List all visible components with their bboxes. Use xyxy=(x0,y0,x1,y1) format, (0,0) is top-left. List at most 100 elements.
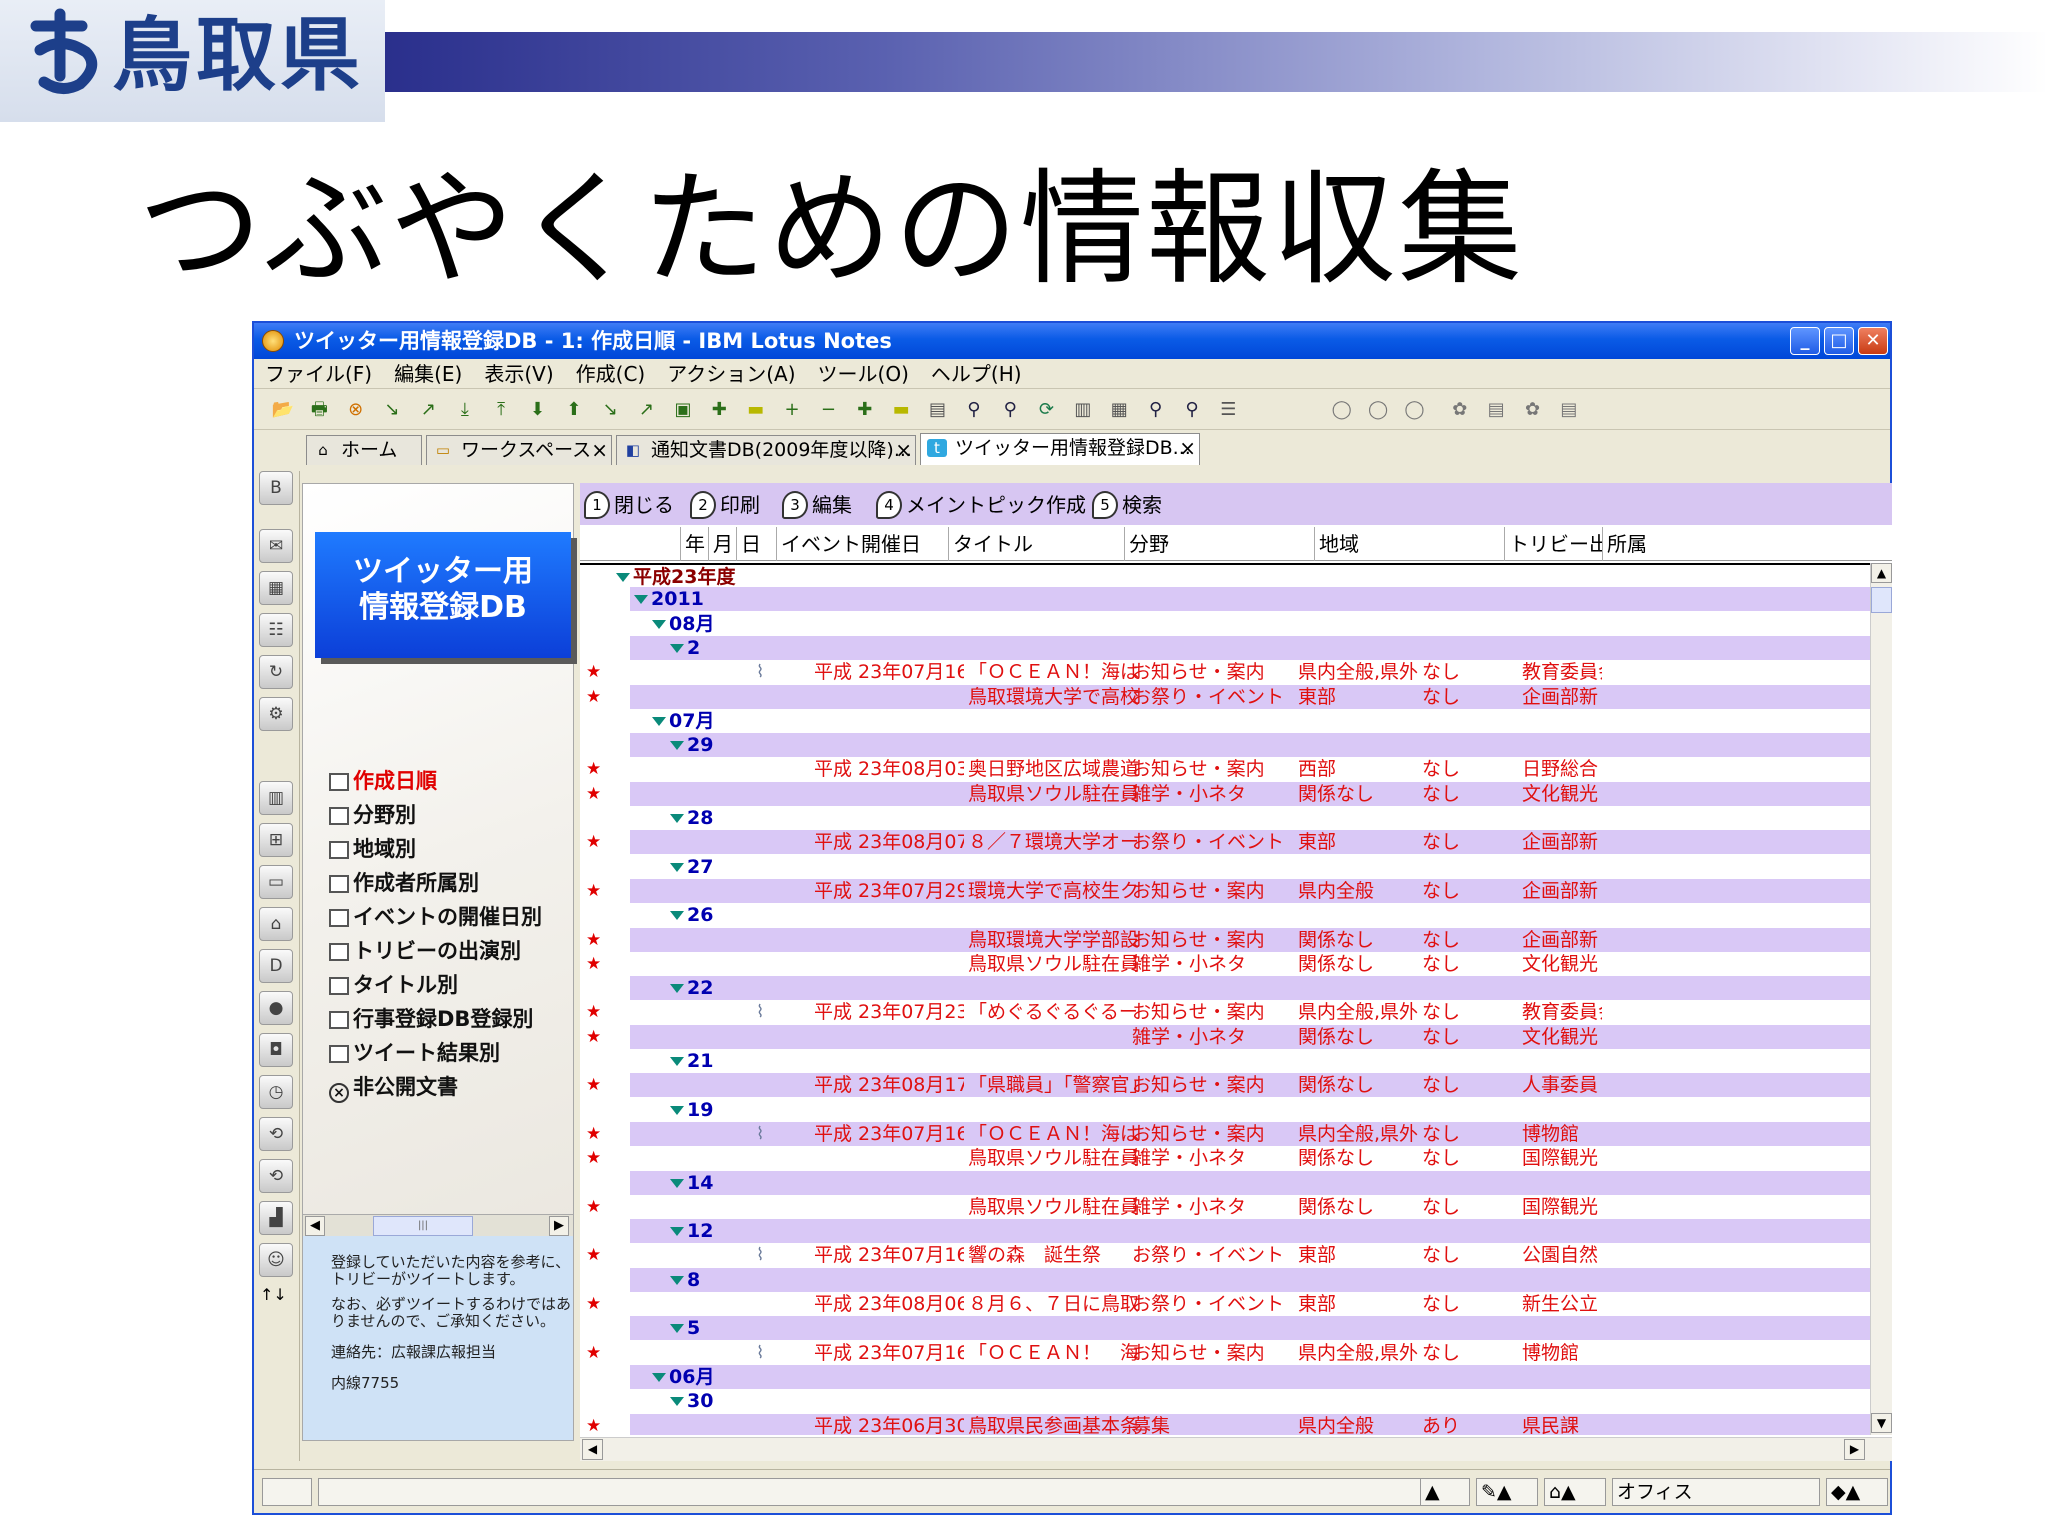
twistie-icon[interactable] xyxy=(670,911,684,921)
save2-icon[interactable]: ▤ xyxy=(1557,398,1581,422)
action-create-topic-button[interactable]: 4 メイントピック作成 xyxy=(874,489,1086,521)
expand-icon[interactable]: ↘ xyxy=(380,398,404,422)
view-link[interactable]: タイトル別 xyxy=(329,968,542,1002)
document-row[interactable]: ★ 平成 23年08月07日８／７環境大学オープお祭り・イベント東部 なし 企画部新 xyxy=(580,830,1870,855)
twistie-icon[interactable] xyxy=(670,1105,684,1115)
view-link[interactable]: 作成者所属別 xyxy=(329,866,542,900)
document-row[interactable]: ★ ⌇ 平成 23年07月16日「ＯＣＥＡＮ！ 海のお知らせ・案内 県内全般,県外なし… xyxy=(580,1340,1870,1365)
twistie-icon[interactable] xyxy=(634,595,648,605)
prev-unread-icon[interactable]: ↗ xyxy=(635,398,659,422)
category-row[interactable]: 12 xyxy=(580,1219,1870,1244)
menu-item[interactable]: 編集(E) xyxy=(383,359,473,389)
scroll-thumb[interactable]: ||| xyxy=(373,1216,473,1236)
building-icon[interactable]: ⌂ xyxy=(259,907,293,941)
expand-section-icon[interactable]: ✚ xyxy=(853,398,877,422)
print-icon[interactable]: 🖶 xyxy=(307,398,331,422)
tab-workspace[interactable]: ▭ ワークスペース × xyxy=(426,435,612,465)
status-security-icon[interactable]: ⌂▲ xyxy=(1544,1478,1606,1506)
document-row[interactable]: ★ ⌇ 平成 23年07月16日「ＯＣＥＡＮ！海はそお知らせ・案内 県内全般,県外なし… xyxy=(580,1121,1870,1146)
document-row[interactable]: ★ 鳥取県ソウル駐在員の雑学・小ネタ 関係なし なし 国際観光 xyxy=(580,1146,1870,1171)
document-row[interactable]: ★ 平成 23年08月03日奥日野地区広域農道のお知らせ・案内 西部 なし 日野総合 xyxy=(580,757,1870,782)
column-dept[interactable]: 所属 xyxy=(1602,527,1870,561)
view-link[interactable]: 分野別 xyxy=(329,798,542,832)
next-unread-icon[interactable]: ↘ xyxy=(598,398,622,422)
close-button[interactable]: ✕ xyxy=(1858,327,1888,355)
chat-icon[interactable]: ◯ xyxy=(1330,398,1354,422)
mail-icon[interactable]: ▥ xyxy=(1071,398,1095,422)
find-icon[interactable]: ⚲ xyxy=(962,398,986,422)
twistie-icon[interactable] xyxy=(670,1397,684,1407)
menu-item[interactable]: 作成(C) xyxy=(565,359,657,389)
twistie-icon[interactable] xyxy=(670,1057,684,1066)
document-row[interactable]: ★ 鳥取県ソウル駐在員の雑学・小ネタ 関係なし なし 文化観光 xyxy=(580,781,1870,806)
menu-item[interactable]: ファイル(F) xyxy=(254,359,383,389)
twistie-icon[interactable] xyxy=(670,741,684,751)
twistie-icon[interactable] xyxy=(670,1227,684,1237)
tab-close-icon[interactable]: × xyxy=(1179,434,1196,462)
scroll-left-icon[interactable]: ◀ xyxy=(582,1439,603,1460)
document-row[interactable]: ★ 鳥取環境大学学部設置お知らせ・案内 関係なし なし 企画部新 xyxy=(580,927,1870,952)
folder-icon[interactable]: ▭ xyxy=(259,865,293,899)
collapse-one-icon[interactable]: − xyxy=(816,398,840,422)
attach2-icon[interactable]: ✿ xyxy=(1521,398,1545,422)
column-tribi[interactable]: トリビー出演 xyxy=(1504,527,1602,561)
contacts-icon[interactable]: ☷ xyxy=(259,613,293,647)
preview-icon[interactable]: ▤ xyxy=(925,398,949,422)
scroll-thumb[interactable] xyxy=(1871,587,1892,613)
action-close-button[interactable]: 1 閉じる xyxy=(582,489,674,521)
search-icon[interactable]: ⚲ xyxy=(998,398,1022,422)
move-bottom-icon[interactable]: ⤓ xyxy=(453,398,477,422)
collapse-all-icon[interactable]: ▬ xyxy=(744,398,768,422)
view-link[interactable]: イベントの開催日別 xyxy=(329,900,542,934)
category-row[interactable]: 26 xyxy=(580,903,1870,928)
category-row[interactable]: 28 xyxy=(580,806,1870,830)
globe-icon[interactable]: ● xyxy=(259,991,293,1025)
menu-item[interactable]: アクション(A) xyxy=(656,359,806,389)
document-row[interactable]: ★ 平成 23年07月29日環境大学で高校生クイお知らせ・案内 県内全般 なし 企画部新 xyxy=(580,878,1870,903)
refresh-icon[interactable]: ⟳ xyxy=(1035,398,1059,422)
smiley-icon[interactable]: ☺ xyxy=(259,1243,293,1277)
category-row[interactable]: 27 xyxy=(580,854,1870,879)
data-icon[interactable]: D xyxy=(259,949,293,983)
menu-item[interactable]: ヘルプ(H) xyxy=(920,359,1033,389)
column-day[interactable]: 日 xyxy=(736,527,776,561)
chat-reply-icon[interactable]: ◯ xyxy=(1366,398,1390,422)
menu-item[interactable]: ツール(O) xyxy=(807,359,920,389)
attach-icon[interactable]: ✿ xyxy=(1448,398,1472,422)
view-link[interactable]: 地域別 xyxy=(329,832,542,866)
action-edit-button[interactable]: 3 編集 xyxy=(780,489,852,521)
category-row[interactable]: 5 xyxy=(580,1316,1870,1341)
twistie-icon[interactable] xyxy=(670,1324,684,1334)
maximize-button[interactable]: □ xyxy=(1824,327,1854,355)
document-row[interactable]: ★ 鳥取環境大学で高校生お祭り・イベント東部 なし 企画部新 xyxy=(580,684,1870,709)
view-link[interactable]: × 非公開文書 xyxy=(329,1070,542,1104)
find-next-icon[interactable]: ⚲ xyxy=(1144,398,1168,422)
scroll-down-icon[interactable]: ▼ xyxy=(1871,1413,1892,1433)
tab-twitter-db[interactable]: t ツイッター用情報登録DB... × xyxy=(920,433,1200,465)
mail-icon[interactable]: ✉ xyxy=(259,529,293,563)
category-row[interactable]: 30 xyxy=(580,1389,1870,1414)
collapse-icon[interactable]: ↗ xyxy=(416,398,440,422)
document-row[interactable]: ★ 鳥取県ソウル駐在員の雑学・小ネタ 関係なし なし 文化観光 xyxy=(580,951,1870,976)
twistie-icon[interactable] xyxy=(670,1275,684,1285)
view-link[interactable]: トリビーの出演別 xyxy=(329,934,542,968)
scroll-left-icon[interactable]: ◀ xyxy=(305,1216,325,1236)
twistie-icon[interactable] xyxy=(670,862,684,872)
open-icon[interactable]: 📂 xyxy=(271,398,295,422)
twistie-icon[interactable] xyxy=(616,573,630,582)
category-row[interactable]: 2 xyxy=(580,635,1870,660)
network-icon[interactable]: ⊞ xyxy=(259,823,293,857)
replicate-icon[interactable]: ↻ xyxy=(259,655,293,689)
view-link[interactable]: 作成日順 xyxy=(329,764,542,798)
category-row[interactable]: 07月 xyxy=(580,708,1870,733)
status-arrow-up-1[interactable]: ▲ xyxy=(1420,1478,1470,1506)
arrows-icon[interactable]: ↑↓ xyxy=(254,1285,299,1304)
view-link[interactable]: 行事登録DB登録別 xyxy=(329,1002,542,1036)
document-icon[interactable]: ▦ xyxy=(1107,398,1131,422)
category-row[interactable]: 29 xyxy=(580,733,1870,758)
document-row[interactable]: ★ 鳥取県ソウル駐在員の雑学・小ネタ 関係なし なし 国際観光 xyxy=(580,1194,1870,1219)
column-event-date[interactable]: イベント開催日 xyxy=(776,527,948,561)
tab-close-icon[interactable]: × xyxy=(895,436,912,464)
column-year[interactable]: 年 xyxy=(680,527,708,561)
save-icon[interactable]: ▤ xyxy=(1484,398,1508,422)
